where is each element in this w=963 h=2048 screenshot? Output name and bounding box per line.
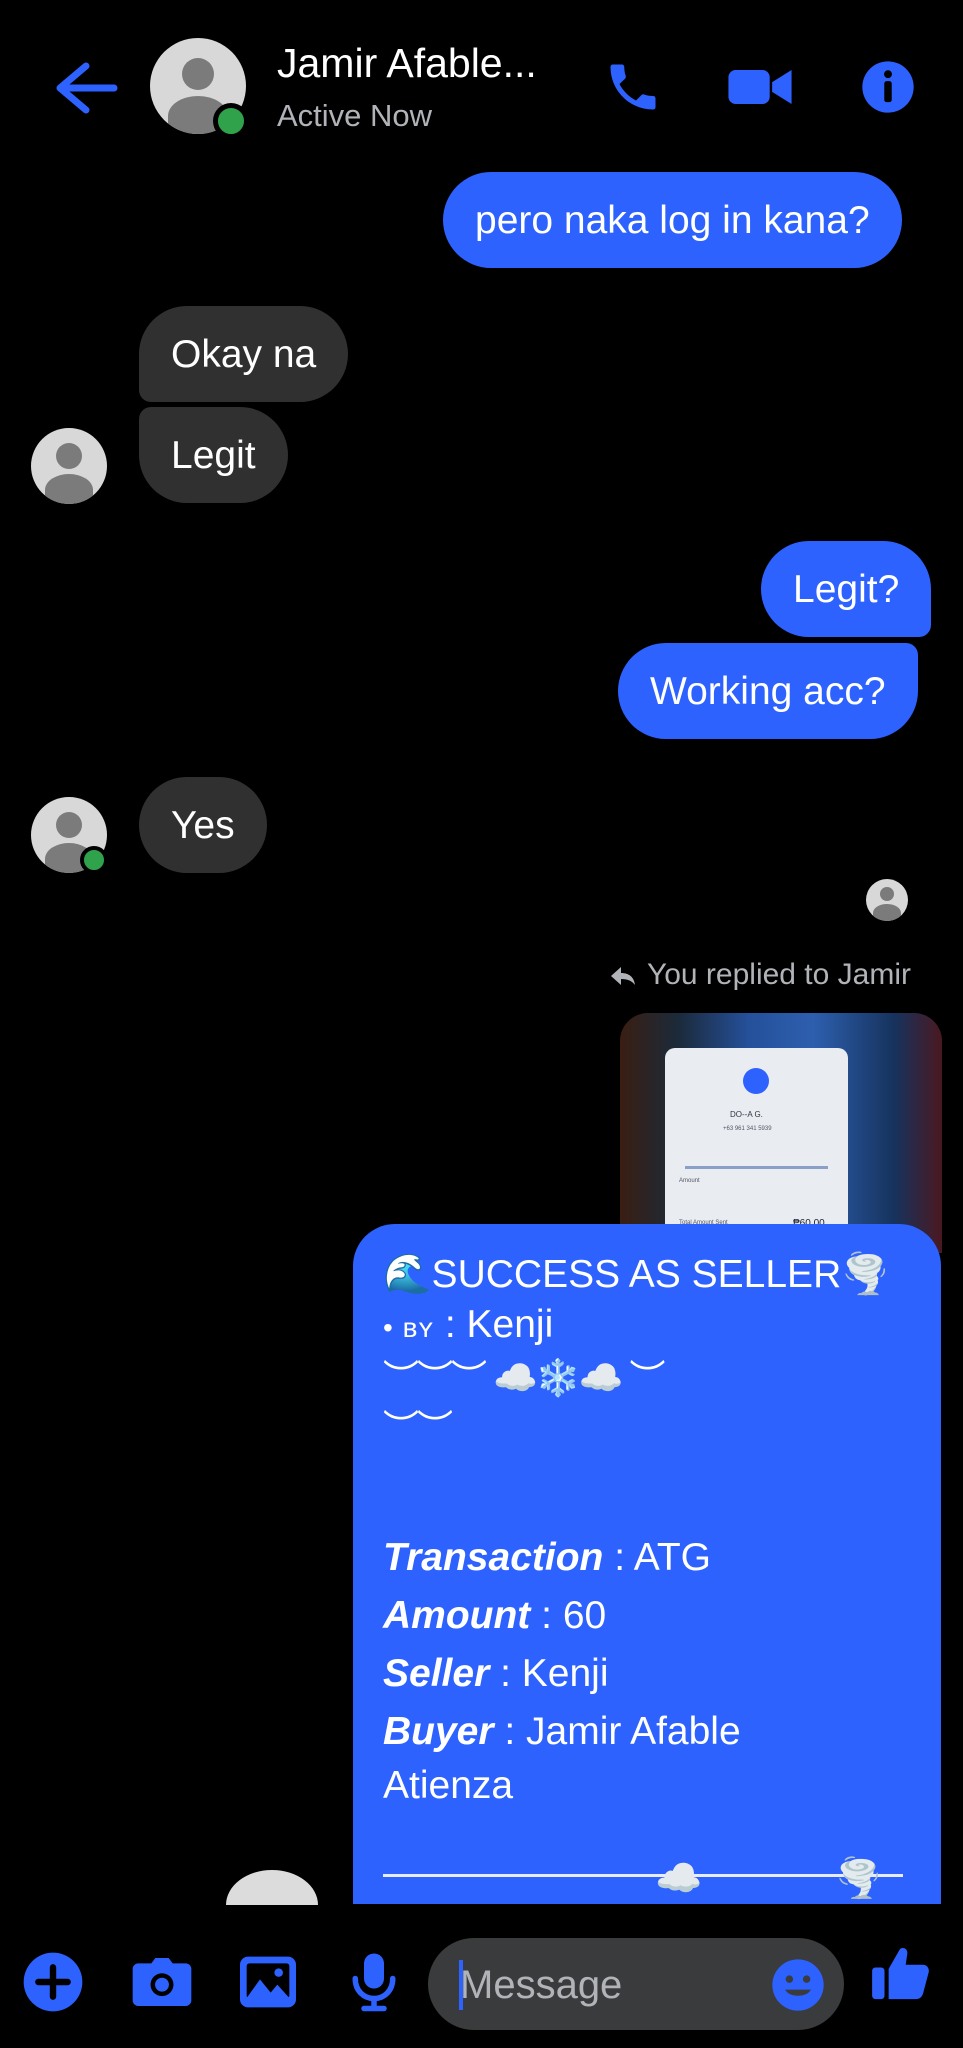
message-outgoing[interactable]: Legit? xyxy=(761,541,932,637)
field-value: : Jamir Afable xyxy=(493,1710,741,1753)
online-indicator xyxy=(80,846,108,874)
divider-line xyxy=(383,1874,903,1877)
read-receipt-avatar xyxy=(866,879,908,921)
camera-icon[interactable] xyxy=(130,1950,194,2014)
message-outgoing[interactable]: Working acc? xyxy=(618,643,918,739)
online-indicator xyxy=(213,103,249,139)
phone-icon[interactable] xyxy=(603,52,663,122)
message-input[interactable] xyxy=(458,1952,762,2018)
field-value: : ATG xyxy=(603,1536,711,1579)
field-label: Transaction xyxy=(383,1536,604,1579)
field-label: Amount xyxy=(383,1594,531,1637)
sender-avatar[interactable] xyxy=(31,428,107,504)
by-prefix: • ʙʏ xyxy=(383,1312,435,1343)
text-cursor xyxy=(459,1960,463,2010)
replied-photo[interactable]: DO--A G. +63 961 341 5939 Amount Total A… xyxy=(620,1013,942,1253)
message-incoming[interactable]: Okay na xyxy=(139,306,349,402)
success-title: 🌊SUCCESS AS SELLER🌪️ xyxy=(383,1253,890,1296)
video-camera-icon[interactable] xyxy=(726,52,794,122)
message-incoming[interactable]: Legit xyxy=(139,407,288,503)
by-value: : Kenji xyxy=(434,1303,554,1346)
field-label: Seller xyxy=(383,1652,490,1695)
receipt-name: DO--A G. xyxy=(730,1110,763,1119)
gallery-icon[interactable] xyxy=(236,1950,300,2014)
chat-header: Jamir Afable... Active Now xyxy=(0,0,963,175)
reply-arrow-icon xyxy=(610,967,635,985)
field-value: : Kenji xyxy=(489,1652,609,1695)
message-outgoing[interactable]: pero naka log in kana? xyxy=(443,172,902,268)
info-icon[interactable] xyxy=(860,52,916,122)
microphone-icon[interactable] xyxy=(344,1948,404,2014)
field-label: Buyer xyxy=(383,1710,494,1753)
reply-indicator: You replied to Jamir xyxy=(609,958,911,992)
success-message-bubble[interactable]: 🌊SUCCESS AS SELLER🌪️ • ʙʏ : Kenji ︶︶︶ ☁️… xyxy=(353,1224,941,1904)
plus-icon[interactable] xyxy=(21,1950,85,2014)
buyer-continuation: Atienza xyxy=(383,1764,514,1807)
message-incoming[interactable]: Yes xyxy=(139,777,267,873)
check-icon xyxy=(743,1068,769,1094)
divider-cloud: ☁️ xyxy=(655,1858,703,1900)
thumbs-up-icon[interactable] xyxy=(868,1940,934,2006)
receipt-amount-label: Amount xyxy=(679,1178,700,1184)
receipt-phone: +63 961 341 5939 xyxy=(723,1126,772,1132)
field-value: : 60 xyxy=(530,1594,607,1637)
contact-status: Active Now xyxy=(277,98,433,133)
back-arrow-icon[interactable] xyxy=(42,58,122,118)
emoji-icon[interactable] xyxy=(770,1957,826,2013)
decoration-line-1: ︶︶︶ ☁️❄️☁️ ︶ xyxy=(383,1357,665,1398)
contact-name[interactable]: Jamir Afable... xyxy=(277,40,537,87)
reply-indicator-text: You replied to Jamir xyxy=(646,958,911,991)
decoration-line-2: ︶︶ xyxy=(383,1407,453,1448)
divider-tornado: 🌪️ xyxy=(835,1858,883,1900)
receipt-card: DO--A G. +63 961 341 5939 Amount Total A… xyxy=(665,1048,848,1253)
